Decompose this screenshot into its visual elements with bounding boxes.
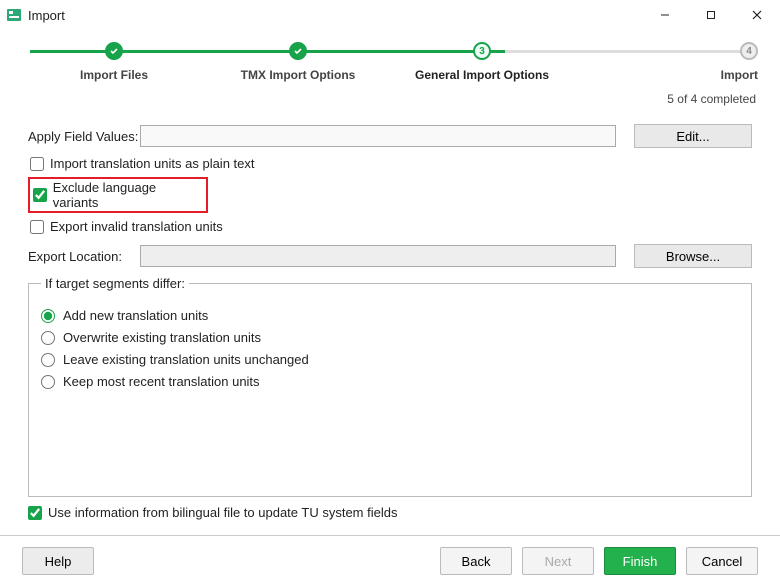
export-invalid-label: Export invalid translation units xyxy=(50,219,223,234)
apply-field-values-input[interactable] xyxy=(140,125,616,147)
export-invalid-checkbox[interactable] xyxy=(30,220,44,234)
step-label: Import xyxy=(721,68,758,82)
step-label: Import Files xyxy=(80,68,148,82)
export-location-label: Export Location: xyxy=(28,249,140,264)
next-button[interactable]: Next xyxy=(522,547,594,575)
radio-overwrite-label: Overwrite existing translation units xyxy=(63,330,261,345)
radio-keep-recent-label: Keep most recent translation units xyxy=(63,374,260,389)
use-bilingual-checkbox[interactable] xyxy=(28,506,42,520)
wizard-stepper: Import Files TMX Import Options 3 Genera… xyxy=(0,30,780,86)
exclude-variants-row: Exclude language variants xyxy=(28,177,208,213)
use-bilingual-label: Use information from bilingual file to u… xyxy=(48,505,397,520)
radio-leave-unchanged[interactable] xyxy=(41,353,55,367)
apply-field-values-label: Apply Field Values: xyxy=(28,129,140,144)
app-icon xyxy=(6,7,22,23)
back-button[interactable]: Back xyxy=(440,547,512,575)
radio-add-new[interactable] xyxy=(41,309,55,323)
browse-button[interactable]: Browse... xyxy=(634,244,752,268)
plain-text-row: Import translation units as plain text xyxy=(28,154,752,173)
cancel-button[interactable]: Cancel xyxy=(686,547,758,575)
completion-status: 5 of 4 completed xyxy=(0,86,780,118)
step-tmx-options: TMX Import Options xyxy=(206,42,390,82)
step-number-icon: 4 xyxy=(740,42,758,60)
close-button[interactable] xyxy=(734,0,780,30)
step-label: TMX Import Options xyxy=(241,68,356,82)
target-segments-group: If target segments differ: Add new trans… xyxy=(28,276,752,497)
export-location-input[interactable] xyxy=(140,245,616,267)
radio-leave-unchanged-label: Leave existing translation units unchang… xyxy=(63,352,309,367)
maximize-button[interactable] xyxy=(688,0,734,30)
import-plain-text-checkbox[interactable] xyxy=(30,157,44,171)
step-number-icon: 3 xyxy=(473,42,491,60)
group-legend: If target segments differ: xyxy=(41,276,189,291)
help-button[interactable]: Help xyxy=(22,547,94,575)
export-invalid-row: Export invalid translation units xyxy=(28,217,752,236)
step-check-icon xyxy=(105,42,123,60)
use-bilingual-row: Use information from bilingual file to u… xyxy=(28,505,397,520)
finish-button[interactable]: Finish xyxy=(604,547,676,575)
radio-overwrite[interactable] xyxy=(41,331,55,345)
footer: Help Back Next Finish Cancel xyxy=(0,536,780,586)
step-general-options: 3 General Import Options xyxy=(390,42,574,82)
step-import: 4 Import xyxy=(574,42,758,82)
step-import-files: Import Files xyxy=(22,42,206,82)
main-content: Apply Field Values: Edit... Import trans… xyxy=(0,124,780,497)
step-check-icon xyxy=(289,42,307,60)
radio-add-new-label: Add new translation units xyxy=(63,308,208,323)
exclude-variants-label: Exclude language variants xyxy=(53,180,203,210)
edit-button[interactable]: Edit... xyxy=(634,124,752,148)
import-plain-text-label: Import translation units as plain text xyxy=(50,156,255,171)
exclude-variants-checkbox[interactable] xyxy=(33,188,47,202)
window-title: Import xyxy=(28,8,65,23)
minimize-button[interactable] xyxy=(642,0,688,30)
radio-keep-recent[interactable] xyxy=(41,375,55,389)
step-label: General Import Options xyxy=(415,68,549,82)
titlebar: Import xyxy=(0,0,780,30)
